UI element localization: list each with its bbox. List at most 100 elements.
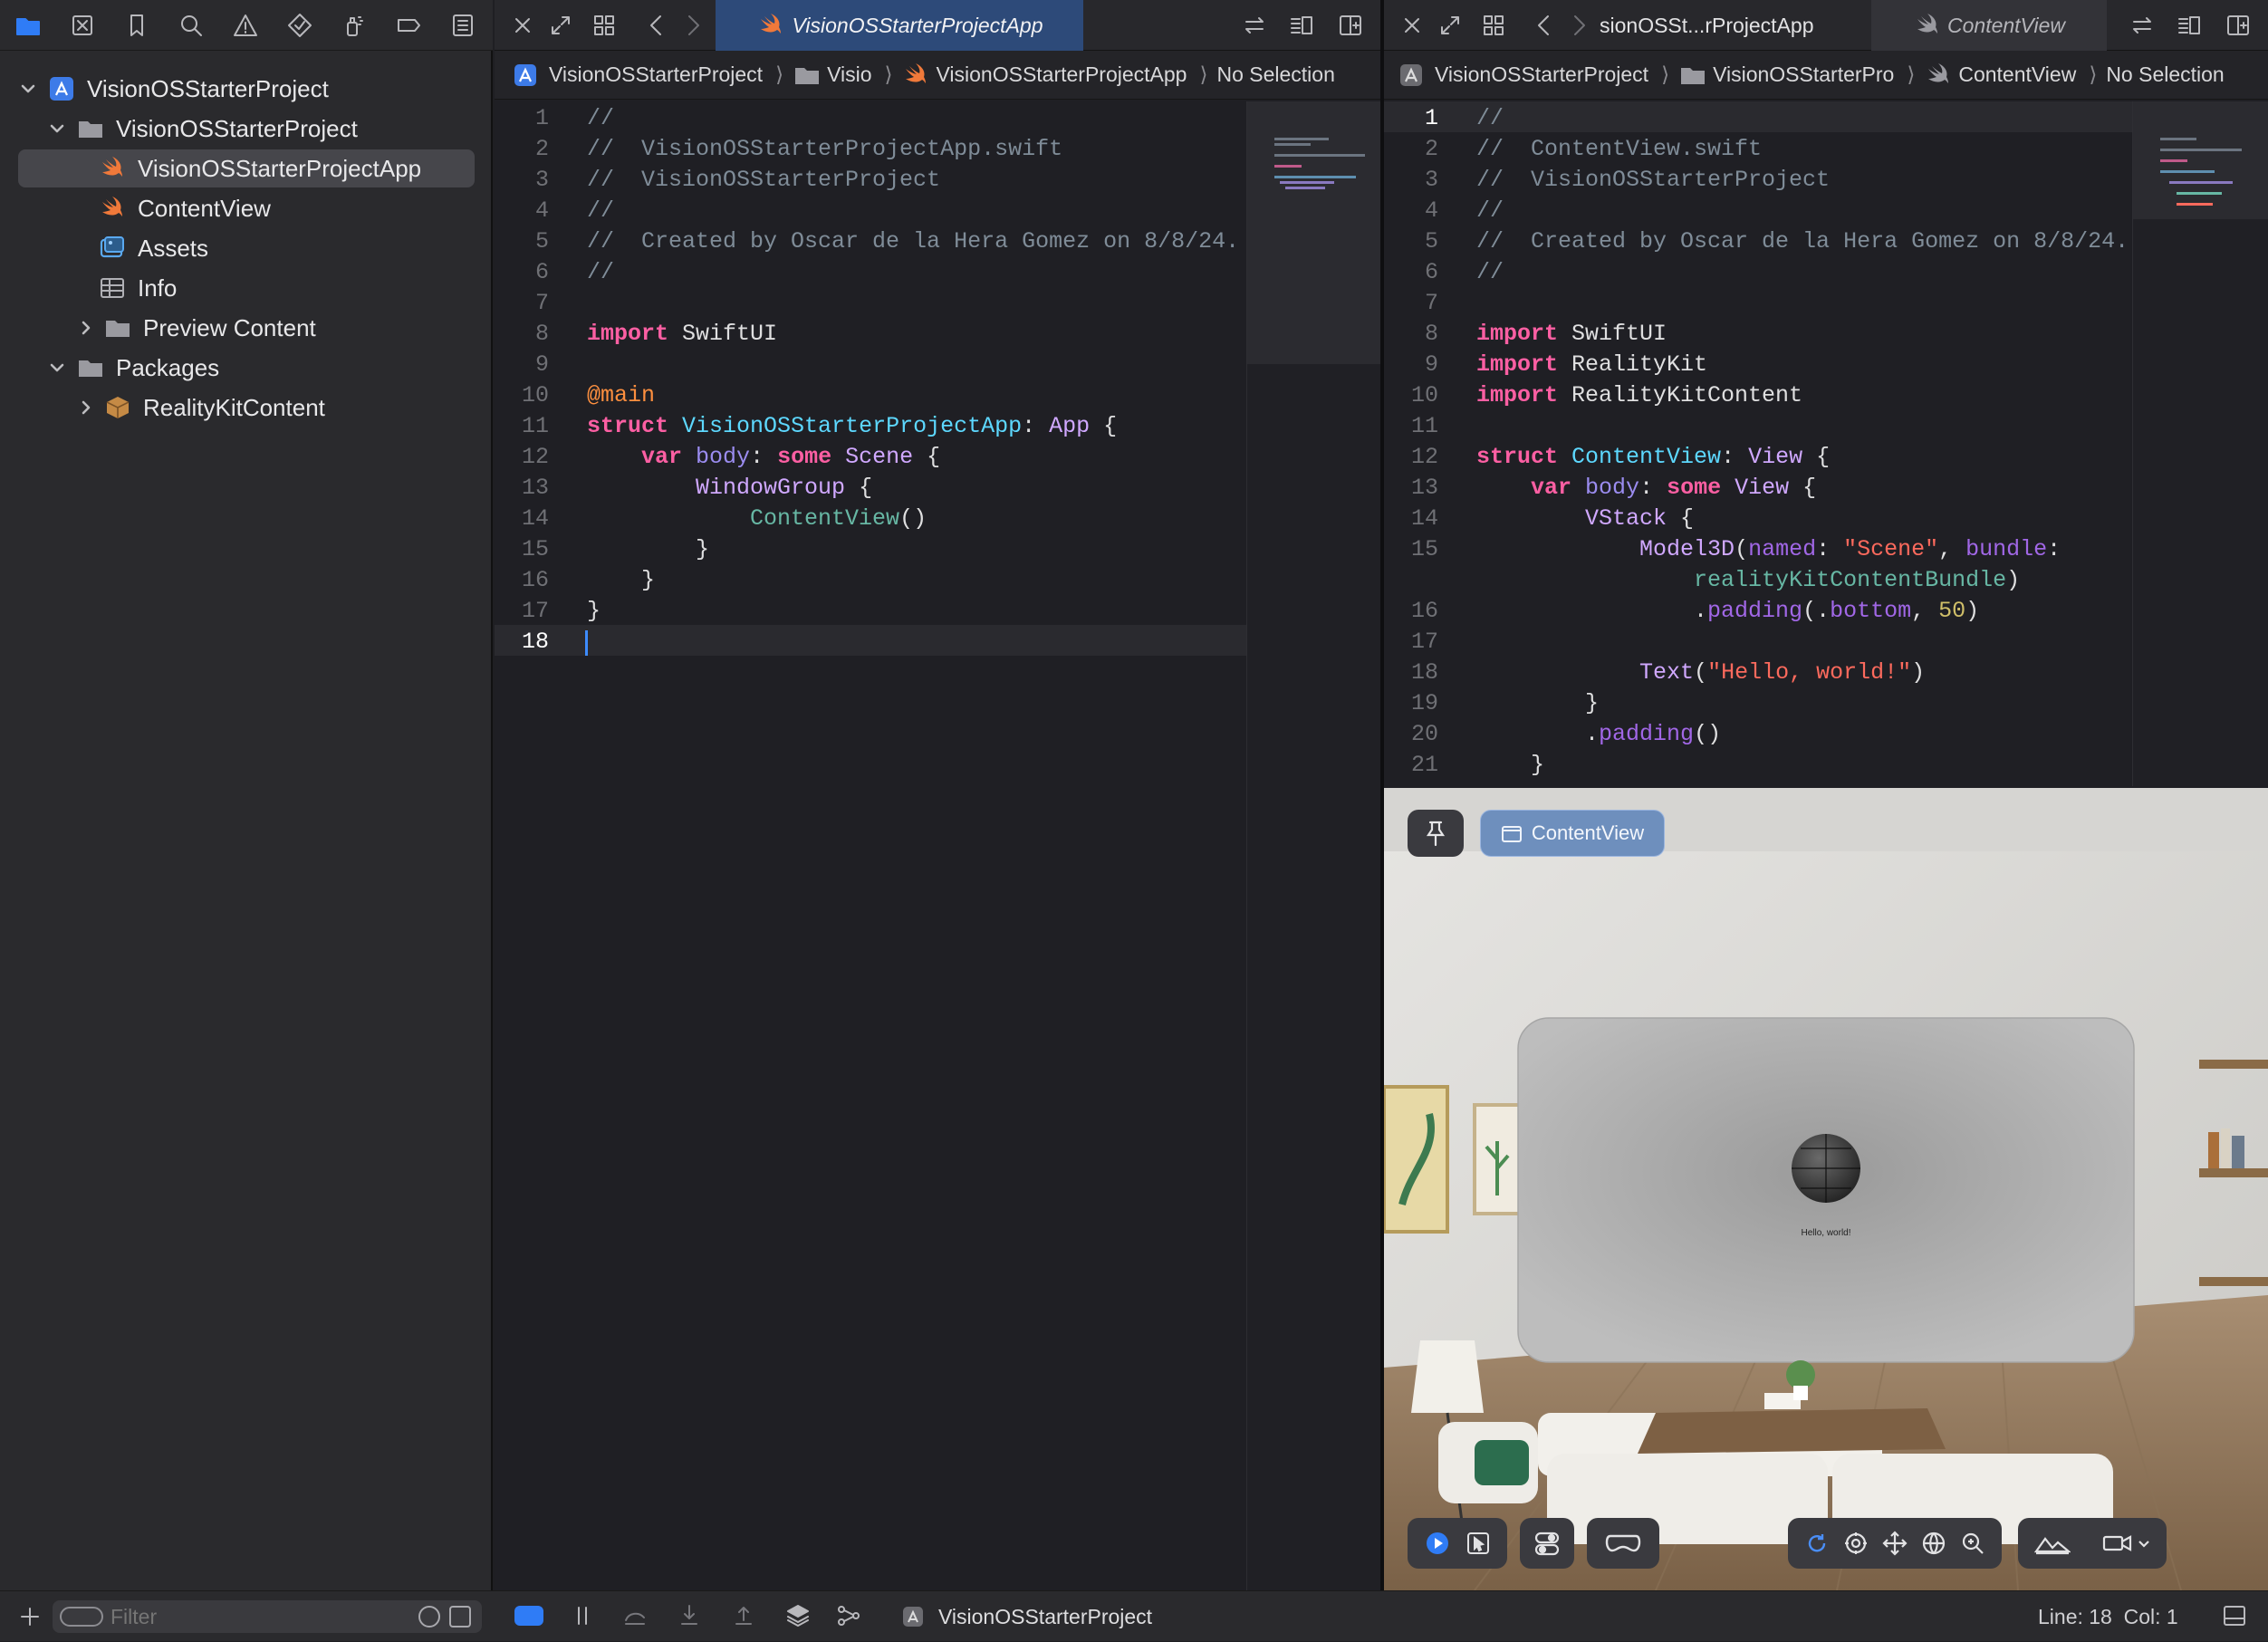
minimap-line <box>1274 138 1329 140</box>
chevron-down-icon[interactable] <box>18 79 38 99</box>
headset-view-button[interactable] <box>1587 1518 1659 1569</box>
minimap[interactable] <box>1246 101 1381 1590</box>
tab-visionosstarterprojectapp[interactable]: VisionOSStarterProjectApp <box>716 0 1083 51</box>
room-scene-image <box>1384 788 2268 1590</box>
tree-item-label: Info <box>138 274 178 302</box>
tree-item-packages[interactable]: Packages <box>47 349 219 387</box>
jump-bar-item[interactable]: VisionOSStarterPro <box>1713 62 1894 87</box>
orbit-icon[interactable] <box>1804 1531 1830 1556</box>
add-editor-icon[interactable] <box>2223 10 2254 41</box>
chevron-down-icon[interactable] <box>47 119 67 139</box>
select-cursor-icon[interactable] <box>1466 1532 1490 1555</box>
mountains-icon[interactable] <box>2033 1532 2071 1555</box>
minimap[interactable] <box>2132 101 2268 786</box>
test-diamond-icon[interactable] <box>284 10 315 41</box>
minimap-line <box>2169 181 2233 184</box>
device-settings-button[interactable] <box>1520 1518 1574 1569</box>
jump-bar-item[interactable]: VisionOSStarterProject <box>549 62 763 87</box>
code-line: import RealityKit <box>1476 351 1708 378</box>
scheme-indicator[interactable]: VisionOSStarterProject <box>899 1591 1152 1642</box>
view-hierarchy-icon[interactable] <box>783 1600 813 1631</box>
tree-item-assets[interactable]: Assets <box>98 229 208 267</box>
recent-files-icon[interactable] <box>418 1606 440 1628</box>
tree-item-preview-content[interactable]: Preview Content <box>76 309 316 347</box>
vision-pro-icon <box>1605 1532 1641 1554</box>
play-icon[interactable] <box>1425 1531 1450 1556</box>
debug-spray-icon[interactable] <box>339 10 370 41</box>
step-over-icon[interactable] <box>620 1600 650 1631</box>
tab-contentview[interactable]: ContentView <box>1871 0 2107 51</box>
tree-item-selected[interactable]: VisionOSStarterProjectApp <box>18 149 475 187</box>
expand-icon[interactable] <box>1435 10 1466 41</box>
source-control-filter-icon[interactable] <box>449 1606 471 1628</box>
pin-preview-button[interactable] <box>1408 810 1464 857</box>
toggle-debug-area-icon[interactable] <box>2219 1600 2250 1631</box>
target-icon[interactable] <box>1843 1531 1869 1556</box>
jump-bar-item[interactable]: No Selection <box>1216 62 1334 87</box>
camera-menu[interactable] <box>2102 1532 2151 1554</box>
tree-item-contentview[interactable]: ContentView <box>98 189 271 227</box>
editor-options-icon[interactable] <box>2174 10 2205 41</box>
code-area-right[interactable]: 1 2 3 4 5 6 7 8 9 10 11 12 13 14 15 16 1… <box>1384 101 2132 786</box>
line-number: 7 <box>534 290 549 316</box>
tree-item-project[interactable]: VisionOSStarterProject <box>18 70 329 108</box>
globe-icon[interactable] <box>1921 1531 1946 1556</box>
jump-bar-item[interactable]: Visio <box>827 62 871 87</box>
line-number: 18 <box>521 629 549 655</box>
swap-icon[interactable] <box>2127 10 2157 41</box>
breakpoints-toggle-icon[interactable] <box>514 1606 543 1626</box>
jump-bar-item[interactable]: VisionOSStarterProjectApp <box>936 62 1187 87</box>
jump-bar-item[interactable]: VisionOSStarterProject <box>1435 62 1648 87</box>
chevron-right-icon[interactable] <box>76 398 96 418</box>
back-icon[interactable] <box>1529 10 1560 41</box>
forward-icon[interactable] <box>678 10 708 41</box>
preview-canvas[interactable]: Hello, world! ContentView <box>1384 788 2268 1590</box>
grid-icon[interactable] <box>1478 10 1509 41</box>
folder-icon[interactable] <box>13 10 43 41</box>
pause-icon[interactable] <box>567 1600 598 1631</box>
tab-app[interactable]: sionOSSt...rProjectApp <box>1600 0 1871 51</box>
close-icon[interactable] <box>1397 10 1427 41</box>
add-editor-icon[interactable] <box>1335 10 1366 41</box>
swap-icon[interactable] <box>1239 10 1270 41</box>
editor-options-icon[interactable] <box>1286 10 1317 41</box>
search-icon[interactable] <box>176 10 207 41</box>
warning-icon[interactable] <box>230 10 261 41</box>
line-number: 5 <box>1424 228 1438 254</box>
preview-scheme-button[interactable]: ContentView <box>1480 810 1665 857</box>
back-icon[interactable] <box>641 10 672 41</box>
memory-graph-icon[interactable] <box>833 1600 864 1631</box>
grid-icon[interactable] <box>589 10 620 41</box>
pan-icon[interactable] <box>1882 1531 1908 1556</box>
zoom-icon[interactable] <box>1960 1531 1985 1556</box>
code-line: // <box>587 105 615 131</box>
chevron-right-icon[interactable] <box>76 318 96 338</box>
line-number: 8 <box>1424 321 1438 347</box>
filter-field[interactable] <box>53 1600 482 1633</box>
tree-item-group[interactable]: VisionOSStarterProject <box>47 110 358 148</box>
source-control-icon[interactable] <box>67 10 98 41</box>
breakpoint-tag-icon[interactable] <box>393 10 424 41</box>
step-into-icon[interactable] <box>674 1600 705 1631</box>
minimap-viewport[interactable] <box>2133 101 2268 219</box>
bookmark-icon[interactable] <box>121 10 152 41</box>
tab-title: sionOSSt...rProjectApp <box>1600 13 1814 37</box>
jump-bar-item[interactable]: No Selection <box>2106 62 2224 87</box>
step-out-icon[interactable] <box>728 1600 759 1631</box>
report-icon[interactable] <box>447 10 478 41</box>
minimap-viewport[interactable] <box>1247 101 1381 364</box>
expand-icon[interactable] <box>545 10 576 41</box>
line-number: 6 <box>1424 259 1438 285</box>
filter-input[interactable] <box>111 1603 382 1630</box>
jump-bar-item[interactable]: ContentView <box>1958 62 2076 87</box>
chevron-down-icon[interactable] <box>47 358 67 378</box>
tree-item-realitykitcontent[interactable]: RealityKitContent <box>76 389 325 427</box>
forward-icon[interactable] <box>1563 10 1594 41</box>
code-line: var body: some View { <box>1531 475 1817 501</box>
filter-options-icon[interactable] <box>60 1607 103 1627</box>
line-number: 16 <box>521 567 549 593</box>
close-icon[interactable] <box>507 10 538 41</box>
tree-item-info[interactable]: Info <box>98 269 177 307</box>
code-area-left[interactable]: 1 2 3 4 5 6 7 8 9 10 11 12 13 14 15 16 1… <box>495 101 1246 1587</box>
add-icon[interactable] <box>14 1601 45 1632</box>
